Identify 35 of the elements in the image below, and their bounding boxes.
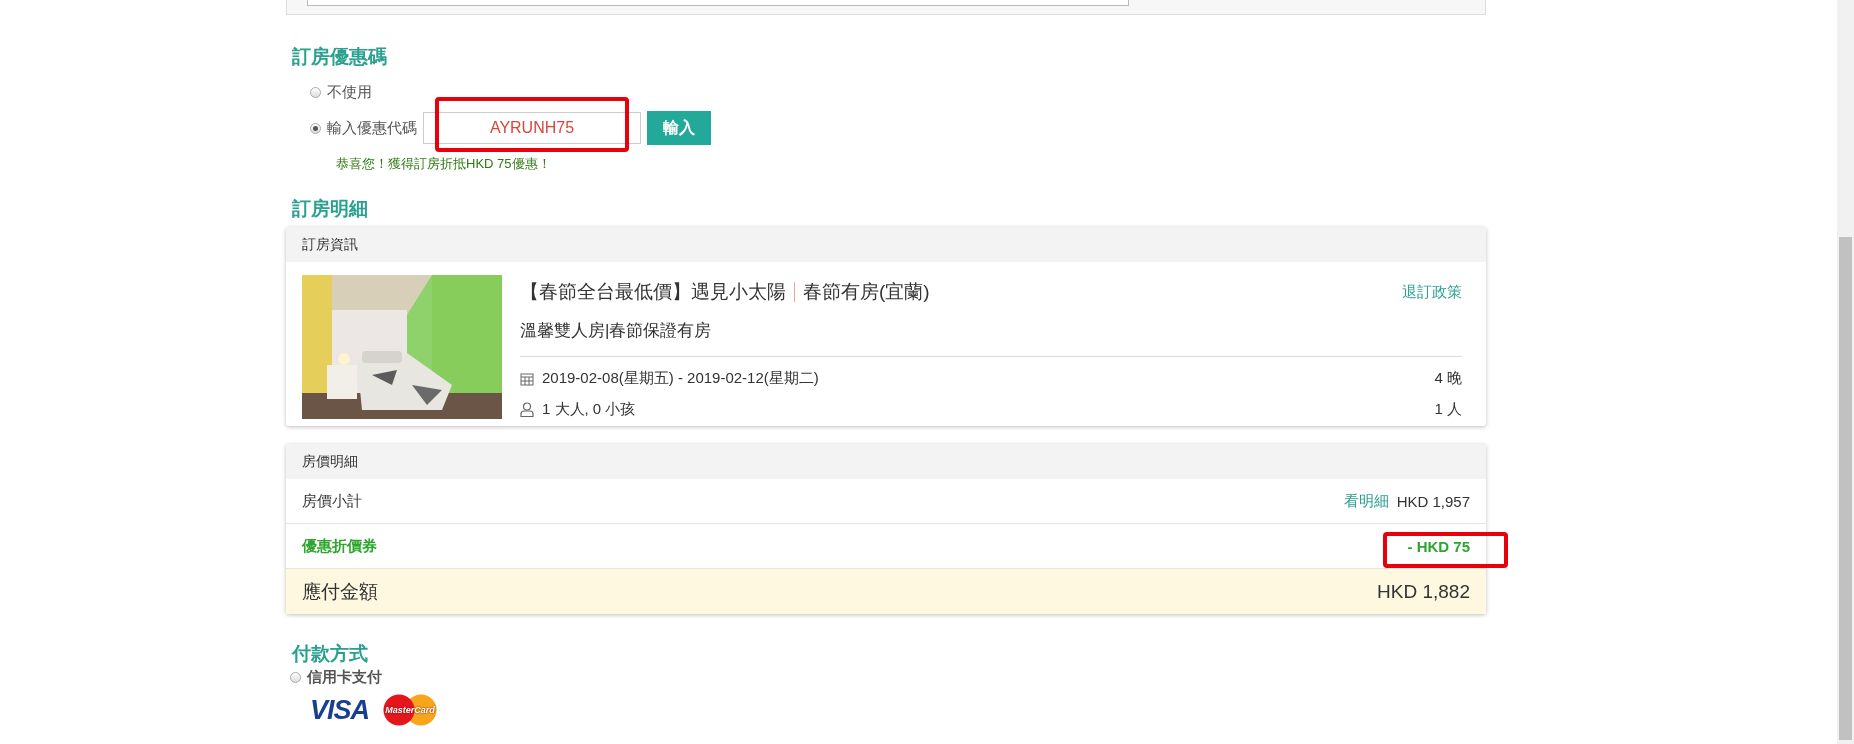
price-label: 優惠折價券: [302, 536, 377, 556]
radio-button[interactable]: [310, 122, 321, 134]
price-amount: HKD 1,882: [1377, 580, 1470, 602]
night-count: 4 晚: [1434, 369, 1462, 388]
scrollbar[interactable]: [1837, 0, 1854, 744]
room-name: 溫馨雙人房|春節保證有房: [520, 319, 1462, 357]
policy-link[interactable]: 退訂政策: [1402, 282, 1462, 302]
stay-dates: 2019-02-08(星期五) - 2019-02-12(星期二): [542, 369, 819, 388]
section-title: 訂房明細: [292, 197, 369, 221]
coupon-field[interactable]: AYRUNH75: [423, 112, 641, 144]
hotel-name: 【春節全台最低價】遇見小太陽: [520, 280, 786, 304]
card-header: 訂房資訊: [286, 227, 1486, 262]
calendar-icon: [520, 371, 534, 386]
success-message: 恭喜您！獲得訂房折抵HKD 75優惠！: [336, 155, 552, 173]
price-label: 應付金額: [302, 579, 378, 604]
person-count: 1 人: [1434, 400, 1462, 419]
section-title: 訂房優惠碼: [292, 45, 388, 69]
radio-button[interactable]: [290, 671, 301, 683]
apply-button[interactable]: 輸入: [647, 111, 711, 145]
guest-count: 1 大人, 0 小孩: [542, 400, 636, 419]
price-label: 房價小計: [302, 491, 362, 511]
person-icon: [520, 402, 534, 417]
text-area[interactable]: [307, 0, 1129, 6]
option-label: 信用卡支付: [307, 667, 382, 687]
section-title: 付款方式: [292, 642, 369, 666]
price-amount: - HKD 75: [1407, 537, 1470, 555]
price-amount: HKD 1,957: [1396, 492, 1470, 510]
card-header: 房價明細: [286, 444, 1486, 479]
option-label: 輸入優惠代碼: [327, 118, 417, 138]
option-label: 不使用: [327, 82, 372, 102]
radio-button[interactable]: [310, 86, 321, 98]
scrollbar-thumb[interactable]: [1839, 237, 1852, 740]
card-logo: VISA: [310, 694, 370, 726]
hotel-name: 春節有房(宜蘭): [803, 280, 930, 304]
details-link[interactable]: 看明細: [1343, 491, 1389, 511]
